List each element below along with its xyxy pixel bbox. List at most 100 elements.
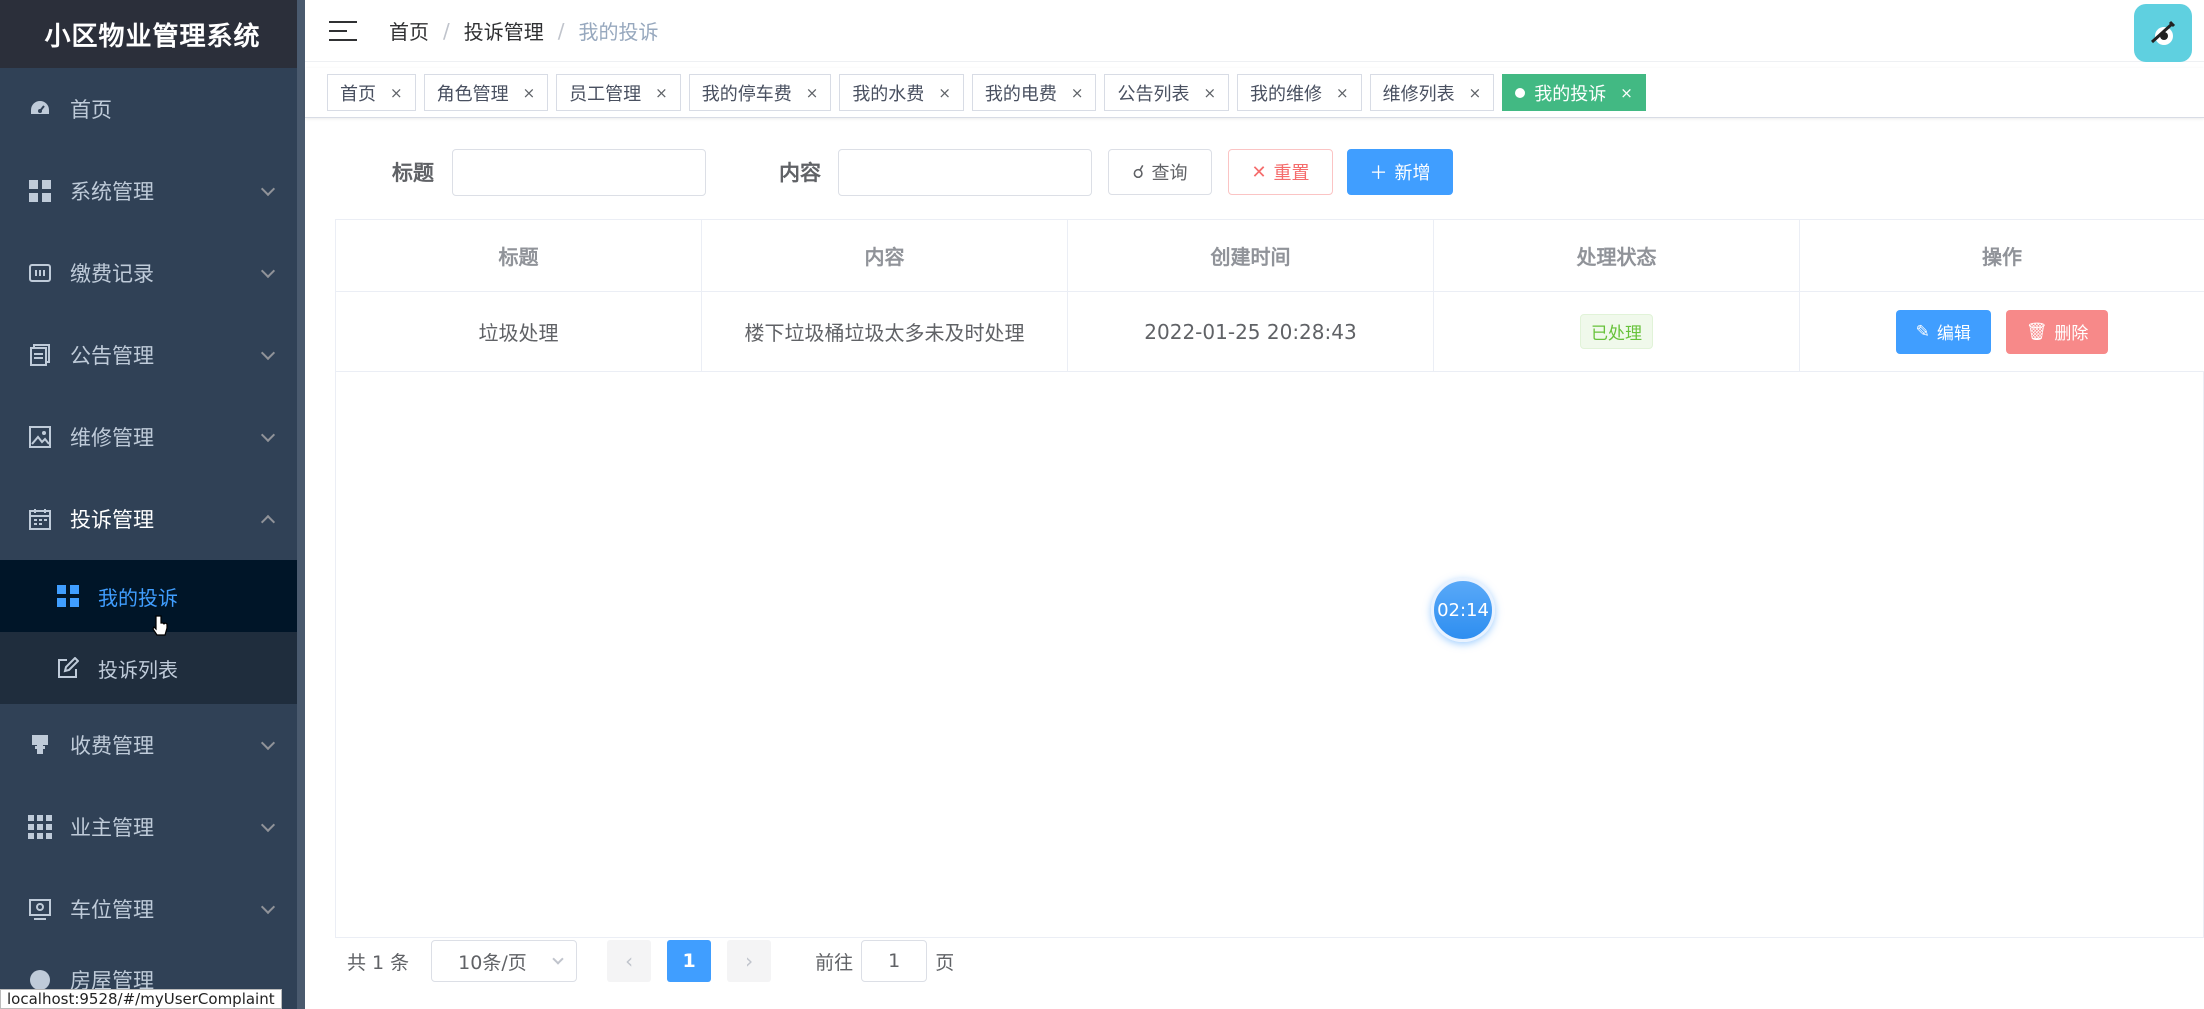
tag-electric-fee[interactable]: 我的电费 ×: [971, 74, 1097, 111]
chevron-down-icon: [260, 817, 276, 833]
tag-water-fee[interactable]: 我的水费 ×: [839, 74, 964, 111]
add-button-label: 新增: [1394, 163, 1431, 184]
sidebar-scrollbar[interactable]: [297, 0, 305, 1009]
chevron-down-icon: [260, 735, 276, 751]
close-icon[interactable]: ×: [1469, 84, 1482, 102]
dashboard-icon: [28, 97, 52, 121]
breadcrumb-home[interactable]: 首页: [389, 16, 429, 45]
page-number-current[interactable]: 1: [667, 940, 712, 982]
close-icon[interactable]: ×: [1071, 84, 1084, 102]
breadcrumb-separator: /: [443, 18, 450, 43]
page-jump-input[interactable]: 1: [861, 940, 928, 982]
close-icon[interactable]: ×: [1620, 84, 1633, 102]
page-size-select[interactable]: 10条/页: [431, 940, 578, 982]
navbar: 首页 / 投诉管理 / 我的投诉: [305, 0, 2204, 62]
pagination-total: 共 1 条: [347, 951, 410, 974]
status-badge: 已处理: [1580, 314, 1653, 349]
tag-label: 员工管理: [569, 83, 642, 105]
hamburger-icon[interactable]: [329, 17, 357, 45]
tag-staff[interactable]: 员工管理 ×: [556, 74, 681, 111]
close-icon[interactable]: ×: [390, 84, 403, 102]
close-icon[interactable]: ×: [806, 84, 819, 102]
avatar-image-icon: [2150, 20, 2176, 45]
close-icon[interactable]: ×: [523, 84, 536, 102]
avatar[interactable]: [2134, 4, 2192, 62]
chevron-down-icon: [260, 263, 276, 279]
sidebar-item-home[interactable]: 首页: [0, 68, 305, 150]
tag-label: 我的维修: [1250, 83, 1323, 105]
sidebar-item-owner[interactable]: 业主管理: [0, 786, 305, 868]
close-icon[interactable]: ×: [1336, 84, 1349, 102]
breadcrumb-separator: /: [557, 18, 565, 43]
grid-icon: [28, 179, 52, 203]
query-button[interactable]: ☌ 查询: [1108, 149, 1212, 195]
tag-my-complaint[interactable]: 我的投诉 ×: [1502, 74, 1646, 111]
main-content: 标题 内容 ☌ 查询 ✕ 重置 ＋ 新增 标题 内容 创建时间 处理状态 操作 垃圾处…: [305, 119, 2204, 1009]
cell-status: 已处理: [1434, 292, 1800, 372]
sidebar-item-label: 首页: [70, 98, 112, 122]
sidebar-item-parking[interactable]: 车位管理: [0, 868, 305, 950]
breadcrumb: 首页 / 投诉管理 / 我的投诉: [389, 16, 659, 45]
page-jump: 前往 1 页: [815, 940, 954, 982]
app-title: 小区物业管理系统: [0, 0, 305, 68]
sidebar-subitem-complaint-list[interactable]: 投诉列表: [0, 632, 305, 704]
sidebar-item-label: 投诉管理: [70, 508, 154, 532]
parking-icon: [28, 897, 52, 921]
edit-button[interactable]: ✎ 编辑: [1895, 309, 1991, 354]
table-header: 标题 内容 创建时间 处理状态 操作: [336, 220, 2204, 292]
tag-parking-fee[interactable]: 我的停车费 ×: [688, 74, 832, 111]
content-filter-input[interactable]: [838, 149, 1092, 196]
sidebar-subitem-label: 投诉列表: [98, 657, 178, 682]
tag-label: 首页: [340, 83, 376, 105]
sidebar-item-label: 收费管理: [70, 734, 154, 758]
close-icon[interactable]: ×: [1203, 84, 1216, 102]
next-page-button[interactable]: ›: [727, 940, 772, 982]
sidebar-item-payment-records[interactable]: 缴费记录: [0, 232, 305, 314]
tag-my-repair[interactable]: 我的维修 ×: [1237, 74, 1362, 111]
column-header-title: 标题: [336, 220, 702, 292]
chevron-down-icon: [260, 899, 276, 915]
close-icon[interactable]: ×: [655, 84, 668, 102]
add-button[interactable]: ＋ 新增: [1347, 149, 1453, 195]
sidebar-item-label: 缴费记录: [70, 262, 154, 286]
delete-button[interactable]: 🗑 删除: [2005, 309, 2109, 354]
tag-repair-list[interactable]: 维修列表 ×: [1369, 74, 1495, 111]
app-root: 小区物业管理系统 首页 系统管理 缴费记录 公告管理 维修管理 投诉管理 我的投…: [0, 0, 2204, 1009]
cell-title: 垃圾处理: [336, 292, 702, 372]
sidebar-item-system[interactable]: 系统管理: [0, 150, 305, 232]
breadcrumb-complaint[interactable]: 投诉管理: [464, 16, 544, 45]
reset-button[interactable]: ✕ 重置: [1228, 149, 1333, 195]
sidebar: 小区物业管理系统 首页 系统管理 缴费记录 公告管理 维修管理 投诉管理 我的投…: [0, 0, 305, 1009]
sidebar-subitem-label: 我的投诉: [98, 585, 178, 610]
close-icon: ✕: [1251, 161, 1267, 183]
tag-role[interactable]: 角色管理 ×: [423, 74, 549, 111]
sidebar-item-label: 维修管理: [70, 426, 154, 450]
table-row: 垃圾处理 楼下垃圾桶垃圾太多未及时处理 2022-01-25 20:28:43 …: [336, 292, 2204, 372]
sidebar-item-repair[interactable]: 维修管理: [0, 396, 305, 478]
tag-label: 维修列表: [1382, 83, 1455, 105]
close-icon[interactable]: ×: [938, 84, 951, 102]
timer-badge[interactable]: 02:14: [1431, 578, 1495, 642]
cell-content: 楼下垃圾桶垃圾太多未及时处理: [702, 292, 1068, 372]
tag-label: 我的水费: [852, 83, 925, 105]
tag-home[interactable]: 首页 ×: [327, 74, 416, 111]
tag-notice-list[interactable]: 公告列表 ×: [1104, 74, 1230, 111]
pagination: 共 1 条 10条/页 ‹ 1 › 前往 1 页: [335, 939, 1235, 983]
grid-icon: [57, 585, 79, 607]
tag-label: 我的停车费: [701, 83, 792, 105]
sidebar-item-label: 系统管理: [70, 180, 154, 204]
page-size-value: 10条/页: [458, 951, 527, 974]
tag-label: 我的投诉: [1534, 83, 1607, 105]
title-filter-input[interactable]: [452, 149, 706, 196]
sidebar-item-complaint[interactable]: 投诉管理: [0, 478, 305, 560]
stamp-icon: [28, 733, 52, 757]
chevron-down-icon: [260, 427, 276, 443]
receipt-icon: [28, 261, 52, 285]
tags-view: 首页 × 角色管理 × 员工管理 × 我的停车费 × 我的水费 × 我的电费 × 公告列表 ×…: [305, 68, 2204, 118]
search-icon: ☌: [1132, 161, 1145, 183]
column-header-created: 创建时间: [1068, 220, 1434, 292]
sidebar-item-charge[interactable]: 收费管理: [0, 704, 305, 786]
prev-page-button[interactable]: ‹: [607, 940, 652, 982]
sidebar-item-label: 业主管理: [70, 816, 154, 840]
sidebar-item-notice[interactable]: 公告管理: [0, 314, 305, 396]
